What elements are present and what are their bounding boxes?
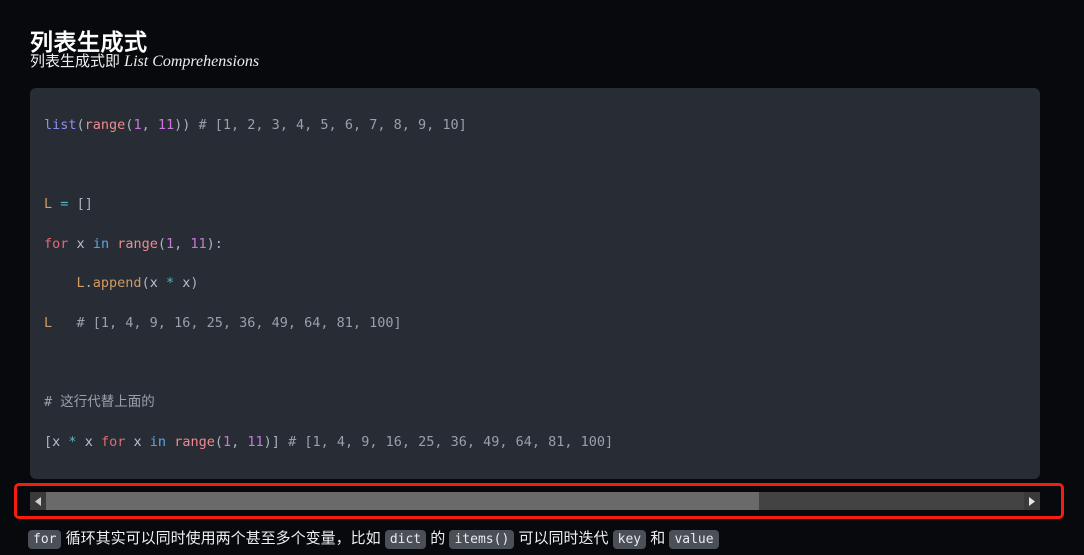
code-block[interactable]: list(range(1, 11)) # [1, 2, 3, 4, 5, 6, … xyxy=(30,88,1040,479)
code-line: for x in range(1, 11): xyxy=(44,235,223,252)
inline-code-for: for xyxy=(28,530,62,549)
inline-code-key: key xyxy=(612,530,647,549)
scrollbar-thumb[interactable] xyxy=(46,492,759,510)
code-line: [x * x for x in range(1, 11)] # [1, 4, 9… xyxy=(44,433,614,450)
inline-code-dict: dict xyxy=(384,530,427,549)
code-line: list(range(1, 11)) # [1, 2, 3, 4, 5, 6, … xyxy=(44,116,467,133)
subtitle-chinese: 列表生成式即 xyxy=(30,53,125,70)
code-line: L.append(x * x) xyxy=(76,275,199,292)
note-text-4: 和 xyxy=(646,530,670,547)
code-line: L = [] xyxy=(44,195,93,212)
horizontal-scrollbar[interactable] xyxy=(30,492,1040,510)
scrollbar-track[interactable] xyxy=(46,492,1024,510)
page-root: 列表生成式 列表生成式即 List Comprehensions list(ra… xyxy=(0,0,1084,555)
code-line: # 这行代替上面的 xyxy=(44,393,155,410)
code-line: L # [1, 4, 9, 16, 25, 36, 49, 64, 81, 10… xyxy=(44,314,402,331)
note-text-1: 循环其实可以同时使用两个甚至多个变量，比如 xyxy=(61,530,385,547)
note-text-3: 可以同时迭代 xyxy=(514,530,613,547)
inline-code-value: value xyxy=(669,530,719,549)
bottom-note: for 循环其实可以同时使用两个甚至多个变量，比如 dict 的 items()… xyxy=(28,528,719,551)
note-text-2: 的 xyxy=(426,530,450,547)
subtitle-english: List Comprehensions xyxy=(124,53,260,70)
inline-code-items: items() xyxy=(449,530,515,549)
code-content: list(range(1, 11)) # [1, 2, 3, 4, 5, 6, … xyxy=(44,96,1040,479)
scroll-left-arrow-icon[interactable] xyxy=(30,492,46,510)
page-subtitle: 列表生成式即 List Comprehensions xyxy=(30,50,259,71)
scroll-right-arrow-icon[interactable] xyxy=(1024,492,1040,510)
